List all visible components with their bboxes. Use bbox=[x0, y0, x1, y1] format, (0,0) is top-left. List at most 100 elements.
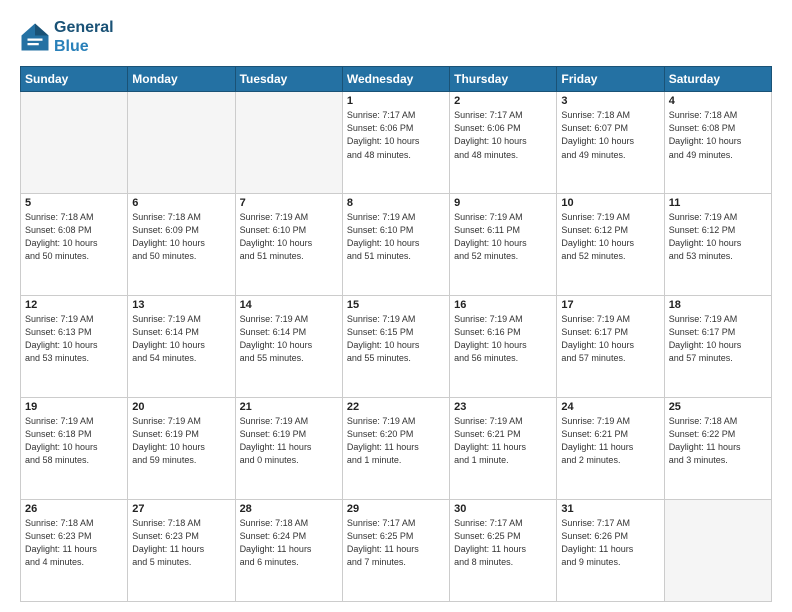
weekday-header-saturday: Saturday bbox=[664, 67, 771, 92]
day-number: 14 bbox=[240, 299, 338, 311]
day-info: Sunrise: 7:18 AM Sunset: 6:23 PM Dayligh… bbox=[25, 517, 123, 569]
calendar-cell: 17 Sunrise: 7:19 AM Sunset: 6:17 PM Dayli… bbox=[557, 296, 664, 398]
day-info: Sunrise: 7:19 AM Sunset: 6:21 PM Dayligh… bbox=[454, 415, 552, 467]
calendar-cell: 5 Sunrise: 7:18 AM Sunset: 6:08 PM Daylig… bbox=[21, 194, 128, 296]
day-info: Sunrise: 7:17 AM Sunset: 6:25 PM Dayligh… bbox=[454, 517, 552, 569]
day-info: Sunrise: 7:17 AM Sunset: 6:06 PM Dayligh… bbox=[347, 109, 445, 161]
day-info: Sunrise: 7:17 AM Sunset: 6:26 PM Dayligh… bbox=[561, 517, 659, 569]
day-number: 24 bbox=[561, 401, 659, 413]
day-info: Sunrise: 7:19 AM Sunset: 6:12 PM Dayligh… bbox=[561, 211, 659, 263]
day-info: Sunrise: 7:18 AM Sunset: 6:08 PM Dayligh… bbox=[669, 109, 767, 161]
day-number: 23 bbox=[454, 401, 552, 413]
weekday-header-row: SundayMondayTuesdayWednesdayThursdayFrid… bbox=[21, 67, 772, 92]
calendar-cell bbox=[128, 92, 235, 194]
weekday-header-wednesday: Wednesday bbox=[342, 67, 449, 92]
day-number: 19 bbox=[25, 401, 123, 413]
header: General Blue bbox=[20, 18, 772, 56]
day-number: 12 bbox=[25, 299, 123, 311]
day-info: Sunrise: 7:19 AM Sunset: 6:19 PM Dayligh… bbox=[240, 415, 338, 467]
day-info: Sunrise: 7:19 AM Sunset: 6:20 PM Dayligh… bbox=[347, 415, 445, 467]
weekday-header-tuesday: Tuesday bbox=[235, 67, 342, 92]
day-number: 7 bbox=[240, 197, 338, 209]
day-info: Sunrise: 7:17 AM Sunset: 6:25 PM Dayligh… bbox=[347, 517, 445, 569]
day-number: 1 bbox=[347, 95, 445, 107]
day-info: Sunrise: 7:19 AM Sunset: 6:15 PM Dayligh… bbox=[347, 313, 445, 365]
day-number: 22 bbox=[347, 401, 445, 413]
day-number: 26 bbox=[25, 503, 123, 515]
day-number: 21 bbox=[240, 401, 338, 413]
calendar-cell: 31 Sunrise: 7:17 AM Sunset: 6:26 PM Dayli… bbox=[557, 500, 664, 602]
calendar-cell: 13 Sunrise: 7:19 AM Sunset: 6:14 PM Dayli… bbox=[128, 296, 235, 398]
calendar-cell: 11Sunrise: 7:19 AM Sunset: 6:12 PM Dayli… bbox=[664, 194, 771, 296]
day-info: Sunrise: 7:19 AM Sunset: 6:14 PM Dayligh… bbox=[240, 313, 338, 365]
calendar-cell: 6 Sunrise: 7:18 AM Sunset: 6:09 PM Daylig… bbox=[128, 194, 235, 296]
calendar-cell: 10 Sunrise: 7:19 AM Sunset: 6:12 PM Dayli… bbox=[557, 194, 664, 296]
calendar-cell: 29Sunrise: 7:17 AM Sunset: 6:25 PM Dayli… bbox=[342, 500, 449, 602]
logo-icon bbox=[20, 22, 50, 52]
day-number: 17 bbox=[561, 299, 659, 311]
logo: General Blue bbox=[20, 18, 114, 56]
calendar-cell: 23 Sunrise: 7:19 AM Sunset: 6:21 PM Dayli… bbox=[450, 398, 557, 500]
day-number: 20 bbox=[132, 401, 230, 413]
weekday-header-friday: Friday bbox=[557, 67, 664, 92]
day-info: Sunrise: 7:18 AM Sunset: 6:07 PM Dayligh… bbox=[561, 109, 659, 161]
day-number: 9 bbox=[454, 197, 552, 209]
day-number: 3 bbox=[561, 95, 659, 107]
calendar-cell: 7Sunrise: 7:19 AM Sunset: 6:10 PM Daylig… bbox=[235, 194, 342, 296]
day-number: 11 bbox=[669, 197, 767, 209]
day-info: Sunrise: 7:19 AM Sunset: 6:21 PM Dayligh… bbox=[561, 415, 659, 467]
calendar-cell: 4Sunrise: 7:18 AM Sunset: 6:08 PM Daylig… bbox=[664, 92, 771, 194]
day-number: 16 bbox=[454, 299, 552, 311]
page: General Blue SundayMondayTuesdayWednesda… bbox=[0, 0, 792, 612]
week-row-3: 12Sunrise: 7:19 AM Sunset: 6:13 PM Dayli… bbox=[21, 296, 772, 398]
week-row-5: 26 Sunrise: 7:18 AM Sunset: 6:23 PM Dayli… bbox=[21, 500, 772, 602]
day-info: Sunrise: 7:18 AM Sunset: 6:08 PM Dayligh… bbox=[25, 211, 123, 263]
calendar-cell: 19Sunrise: 7:19 AM Sunset: 6:18 PM Dayli… bbox=[21, 398, 128, 500]
calendar-cell: 18Sunrise: 7:19 AM Sunset: 6:17 PM Dayli… bbox=[664, 296, 771, 398]
calendar-cell: 8 Sunrise: 7:19 AM Sunset: 6:10 PM Daylig… bbox=[342, 194, 449, 296]
day-number: 27 bbox=[132, 503, 230, 515]
calendar-cell: 21 Sunrise: 7:19 AM Sunset: 6:19 PM Dayli… bbox=[235, 398, 342, 500]
day-number: 30 bbox=[454, 503, 552, 515]
weekday-header-thursday: Thursday bbox=[450, 67, 557, 92]
day-number: 31 bbox=[561, 503, 659, 515]
calendar-cell: 25 Sunrise: 7:18 AM Sunset: 6:22 PM Dayli… bbox=[664, 398, 771, 500]
day-info: Sunrise: 7:19 AM Sunset: 6:16 PM Dayligh… bbox=[454, 313, 552, 365]
day-info: Sunrise: 7:18 AM Sunset: 6:24 PM Dayligh… bbox=[240, 517, 338, 569]
calendar-cell: 16 Sunrise: 7:19 AM Sunset: 6:16 PM Dayli… bbox=[450, 296, 557, 398]
calendar-cell: 26 Sunrise: 7:18 AM Sunset: 6:23 PM Dayli… bbox=[21, 500, 128, 602]
day-info: Sunrise: 7:18 AM Sunset: 6:22 PM Dayligh… bbox=[669, 415, 767, 467]
day-info: Sunrise: 7:19 AM Sunset: 6:14 PM Dayligh… bbox=[132, 313, 230, 365]
calendar-cell: 14 Sunrise: 7:19 AM Sunset: 6:14 PM Dayli… bbox=[235, 296, 342, 398]
logo-text: General Blue bbox=[54, 18, 114, 56]
day-number: 2 bbox=[454, 95, 552, 107]
day-number: 6 bbox=[132, 197, 230, 209]
calendar-cell: 30 Sunrise: 7:17 AM Sunset: 6:25 PM Dayli… bbox=[450, 500, 557, 602]
weekday-header-monday: Monday bbox=[128, 67, 235, 92]
calendar-cell: 20 Sunrise: 7:19 AM Sunset: 6:19 PM Dayli… bbox=[128, 398, 235, 500]
day-number: 15 bbox=[347, 299, 445, 311]
day-number: 10 bbox=[561, 197, 659, 209]
day-info: Sunrise: 7:18 AM Sunset: 6:23 PM Dayligh… bbox=[132, 517, 230, 569]
day-info: Sunrise: 7:19 AM Sunset: 6:17 PM Dayligh… bbox=[669, 313, 767, 365]
day-number: 13 bbox=[132, 299, 230, 311]
day-number: 28 bbox=[240, 503, 338, 515]
calendar-cell: 24 Sunrise: 7:19 AM Sunset: 6:21 PM Dayli… bbox=[557, 398, 664, 500]
calendar-cell bbox=[664, 500, 771, 602]
day-number: 5 bbox=[25, 197, 123, 209]
week-row-2: 5 Sunrise: 7:18 AM Sunset: 6:08 PM Daylig… bbox=[21, 194, 772, 296]
day-number: 25 bbox=[669, 401, 767, 413]
week-row-4: 19Sunrise: 7:19 AM Sunset: 6:18 PM Dayli… bbox=[21, 398, 772, 500]
day-info: Sunrise: 7:19 AM Sunset: 6:19 PM Dayligh… bbox=[132, 415, 230, 467]
calendar-cell: 12Sunrise: 7:19 AM Sunset: 6:13 PM Dayli… bbox=[21, 296, 128, 398]
day-info: Sunrise: 7:19 AM Sunset: 6:10 PM Dayligh… bbox=[347, 211, 445, 263]
weekday-header-sunday: Sunday bbox=[21, 67, 128, 92]
calendar-table: SundayMondayTuesdayWednesdayThursdayFrid… bbox=[20, 66, 772, 602]
calendar-cell: 28 Sunrise: 7:18 AM Sunset: 6:24 PM Dayli… bbox=[235, 500, 342, 602]
day-number: 8 bbox=[347, 197, 445, 209]
calendar-cell: 1 Sunrise: 7:17 AM Sunset: 6:06 PM Daylig… bbox=[342, 92, 449, 194]
day-info: Sunrise: 7:18 AM Sunset: 6:09 PM Dayligh… bbox=[132, 211, 230, 263]
day-info: Sunrise: 7:17 AM Sunset: 6:06 PM Dayligh… bbox=[454, 109, 552, 161]
week-row-1: 1 Sunrise: 7:17 AM Sunset: 6:06 PM Daylig… bbox=[21, 92, 772, 194]
day-info: Sunrise: 7:19 AM Sunset: 6:17 PM Dayligh… bbox=[561, 313, 659, 365]
